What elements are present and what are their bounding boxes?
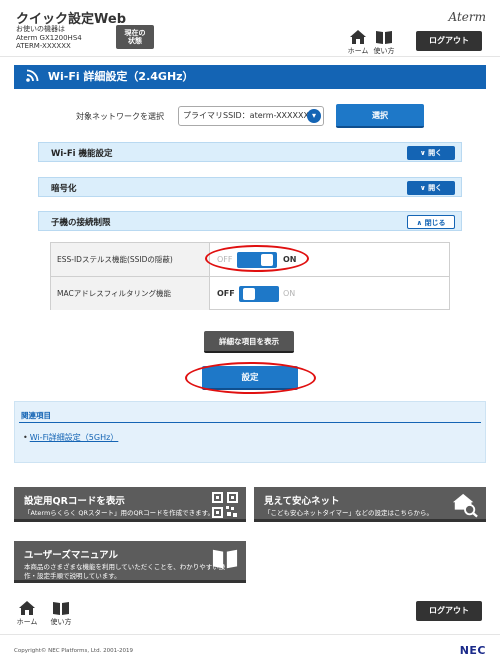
related-link-5ghz[interactable]: Wi-Fi詳細設定（5GHz） [23,432,119,443]
toggle-switch[interactable] [237,252,277,268]
show-detail-button[interactable]: 詳細な項目を表示 [204,331,294,353]
current-status-button[interactable]: 現在の 状態 [116,25,154,49]
expand-button[interactable]: ∨ 開く [407,146,455,160]
home-label: ホーム [347,47,369,55]
section-title: Wi-Fi 機能設定 [51,149,113,159]
setting-row-stealth: ESS-IDステルス機能(SSIDの隠蔽) OFF ON [51,243,449,277]
toggle-on-label: ON [283,255,297,264]
status-label-2: 状態 [128,37,142,45]
apply-settings-button[interactable]: 設定 [202,366,298,390]
toggle-knob[interactable] [243,288,255,300]
setting-label: ESS-IDステルス機能(SSIDの隠蔽) [51,243,210,276]
related-title: 関連項目 [21,411,51,420]
book-icon [376,31,392,44]
header: クイック設定Web お使いの機器は Aterm GX1200HS4 ATERM-… [0,0,500,57]
tile-desc: 「こども安心ネットタイマー」などの設定はこちらから。 [264,509,433,517]
collapse-label: 閉じる [424,219,446,227]
home-link[interactable]: ホーム [346,30,370,56]
toggle-off-label: OFF [217,255,233,264]
tile-title: 見えて安心ネット [264,496,340,507]
nec-logo: NEC [459,644,486,657]
device-info: お使いの機器は Aterm GX1200HS4 ATERM-XXXXXX [16,25,82,51]
network-select-value: プライマリSSID：aterm-XXXXXX-g [183,111,317,120]
expand-label: 開く [428,184,443,192]
help-label: 使い方 [373,47,395,55]
toggle-on-label: ON [283,289,296,298]
help-link[interactable]: 使い方 [372,30,396,56]
expand-button[interactable]: ∨ 開く [407,181,455,195]
network-select-label: 対象ネットワークを選択 [76,112,164,121]
footer-logout-button[interactable]: ログアウト [416,601,482,621]
qr-code-tile[interactable]: 設定用QRコードを表示 「Atermらくらく QRスタート」用のQRコードを作成… [14,487,246,522]
home-icon [350,30,366,44]
network-select[interactable]: プライマリSSID：aterm-XXXXXX-g ▾ [178,106,324,126]
select-network-button[interactable]: 選択 [336,104,424,128]
logout-button[interactable]: ログアウト [416,31,482,51]
chevron-up-icon: ∧ [416,219,425,227]
setting-row-mac-filter: MACアドレスフィルタリング機能 OFF ON [51,277,449,311]
tile-desc-line2: 作・設定手順で説明しています。 [24,572,121,580]
section-encryption[interactable]: 暗号化 ∨ 開く [38,177,462,197]
toggle-off-label: OFF [217,289,235,298]
qr-code-icon [212,492,238,518]
network-selector-row: 対象ネットワークを選択 プライマリSSID：aterm-XXXXXX-g ▾ 選… [0,104,500,128]
home-icon [19,601,35,615]
settings-table: ESS-IDステルス機能(SSIDの隠蔽) OFF ON MACアドレスフィルタ… [50,242,450,310]
page-title-bar: Wi-Fi 詳細設定（2.4GHz） [14,65,486,89]
tile-desc: 「Atermらくらく QRスタート」用のQRコードを作成できます。 [24,509,214,517]
setting-label: MACアドレスフィルタリング機能 [51,277,210,310]
section-client-restriction[interactable]: 子機の接続制限 ∧ 閉じる [38,211,462,231]
footer-home-link[interactable]: ホーム [15,601,39,627]
toggle-switch[interactable] [239,286,279,302]
section-title: 子機の接続制限 [51,218,111,228]
section-title: 暗号化 [51,184,77,194]
book-icon [212,549,238,569]
device-model: Aterm GX1200HS4 [16,33,82,42]
aterm-logo: Aterm [448,10,487,24]
status-label-1: 現在の [124,29,146,37]
wifi-icon [26,69,39,82]
tile-desc-line1: 本商品のさまざまな機能を利用していただくことを、わかりやすい操 [24,563,226,571]
section-wifi-function[interactable]: Wi-Fi 機能設定 ∨ 開く [38,142,462,162]
tile-desc: 本商品のさまざまな機能を利用していただくことを、わかりやすい操 作・設定手順で説… [24,563,225,581]
user-manual-tile[interactable]: ユーザーズマニュアル 本商品のさまざまな機能を利用していただくことを、わかりやす… [14,541,246,583]
house-search-icon [452,493,478,518]
device-id: ATERM-XXXXXX [16,42,71,50]
chevron-down-icon: ∨ [419,184,429,192]
toggle-knob[interactable] [261,254,273,266]
copyright: Copyright© NEC Platforms, Ltd. 2001-2019 [14,648,134,654]
chevron-down-icon: ▾ [307,109,321,123]
home-label: ホーム [16,618,38,626]
page-title: Wi-Fi 詳細設定（2.4GHz） [47,70,194,83]
safety-net-tile[interactable]: 見えて安心ネット 「こども安心ネットタイマー」などの設定はこちらから。 [254,487,486,522]
expand-label: 開く [428,149,443,157]
tile-title: ユーザーズマニュアル [24,550,119,561]
divider [0,634,500,635]
related-items-panel: 関連項目 Wi-Fi詳細設定（5GHz） [14,401,486,463]
tile-title: 設定用QRコードを表示 [24,496,125,507]
collapse-button[interactable]: ∧ 閉じる [407,215,455,229]
divider [19,422,481,423]
chevron-down-icon: ∨ [419,149,429,157]
footer-help-link[interactable]: 使い方 [49,601,73,627]
book-icon [53,602,69,615]
help-label: 使い方 [50,618,72,626]
device-line-1: お使いの機器は [16,25,65,33]
